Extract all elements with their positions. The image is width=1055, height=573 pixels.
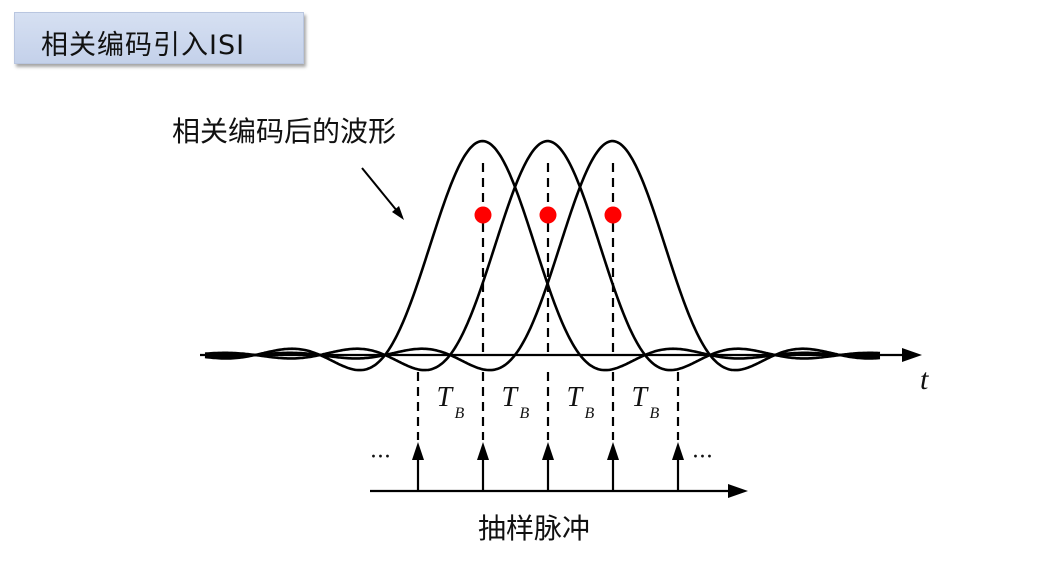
waveform-2 [204, 139, 881, 372]
sample-point-1 [474, 206, 492, 224]
guide-lines-top [481, 163, 615, 355]
time-axis-label: t [920, 363, 929, 396]
sampling-pulses [412, 442, 684, 491]
pulse-arrowhead-1 [412, 442, 424, 460]
isi-diagram: 相关编码后的波形 t TBTBTBTB ··· ··· 抽样脉冲 [172, 115, 929, 545]
pulse-arrowhead-4 [607, 442, 619, 460]
interval-label-1: T [437, 382, 455, 413]
interval-subscript-2: B [520, 405, 530, 422]
waveform-group [204, 139, 881, 372]
interval-subscript-4: B [650, 405, 660, 422]
interval-label-3: T [567, 382, 585, 413]
pulse-arrowhead-3 [542, 442, 554, 460]
sample-point-2 [539, 206, 557, 224]
interval-subscript-1: B [455, 405, 465, 422]
pulse-arrowhead-2 [477, 442, 489, 460]
waveform-1 [204, 139, 881, 372]
interval-subscript-3: B [585, 405, 595, 422]
ellipsis-right: ··· [692, 445, 713, 470]
waveform-3 [204, 139, 881, 372]
interval-label-2: T [502, 382, 520, 413]
sampling-label: 抽样脉冲 [478, 512, 590, 545]
time-axis-arrowhead [902, 348, 922, 362]
pulse-arrowhead-5 [672, 442, 684, 460]
sample-point-3 [604, 206, 622, 224]
sample-points [474, 206, 622, 224]
pulse-axis-arrowhead [728, 484, 748, 498]
interval-label-4: T [632, 382, 650, 413]
waveform-label: 相关编码后的波形 [172, 115, 396, 148]
ellipsis-left: ··· [370, 445, 391, 470]
